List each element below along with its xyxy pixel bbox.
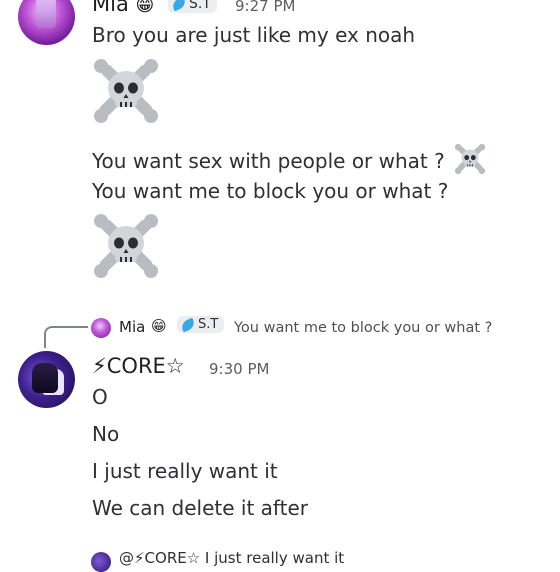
author-name[interactable]: ⚡CORE☆ xyxy=(92,354,185,378)
grinning-face-icon: 😁 xyxy=(151,317,167,335)
message-text: No xyxy=(92,422,120,446)
grinning-face-icon: 😁 xyxy=(135,0,155,16)
message-text: Bro you are just like my ex noah xyxy=(92,23,416,47)
skull-and-crossbones-icon[interactable] xyxy=(90,210,162,282)
message-text: O xyxy=(92,385,108,409)
message-text: I just really want it xyxy=(92,459,278,483)
skull-and-crossbones-icon[interactable] xyxy=(90,55,162,127)
feather-icon xyxy=(179,317,197,332)
author-name[interactable]: Mia 😁 xyxy=(92,0,154,16)
message-text: We can delete it after xyxy=(92,496,308,520)
feather-icon xyxy=(170,0,188,12)
skull-and-crossbones-icon[interactable] xyxy=(453,142,487,176)
reply-avatar[interactable] xyxy=(91,552,111,572)
reply-connector xyxy=(44,326,88,348)
reply-role-badge[interactable]: S.T xyxy=(177,316,225,333)
timestamp: 9:30 PM xyxy=(209,360,270,378)
role-badge[interactable]: S.T xyxy=(168,0,217,13)
reply-author-name[interactable]: Mia xyxy=(119,318,145,336)
reply-preview-text[interactable]: @⚡CORE☆ I just really want it xyxy=(119,549,344,567)
message-text: You want me to block you or what ? xyxy=(92,179,449,203)
reply-preview-text[interactable]: You want me to block you or what ? xyxy=(234,320,492,336)
reply-avatar[interactable] xyxy=(91,318,111,338)
timestamp: 9:27 PM xyxy=(235,0,296,15)
message-text: You want sex with people or what ? xyxy=(92,142,487,176)
avatar[interactable] xyxy=(18,0,75,45)
avatar[interactable] xyxy=(18,351,75,408)
